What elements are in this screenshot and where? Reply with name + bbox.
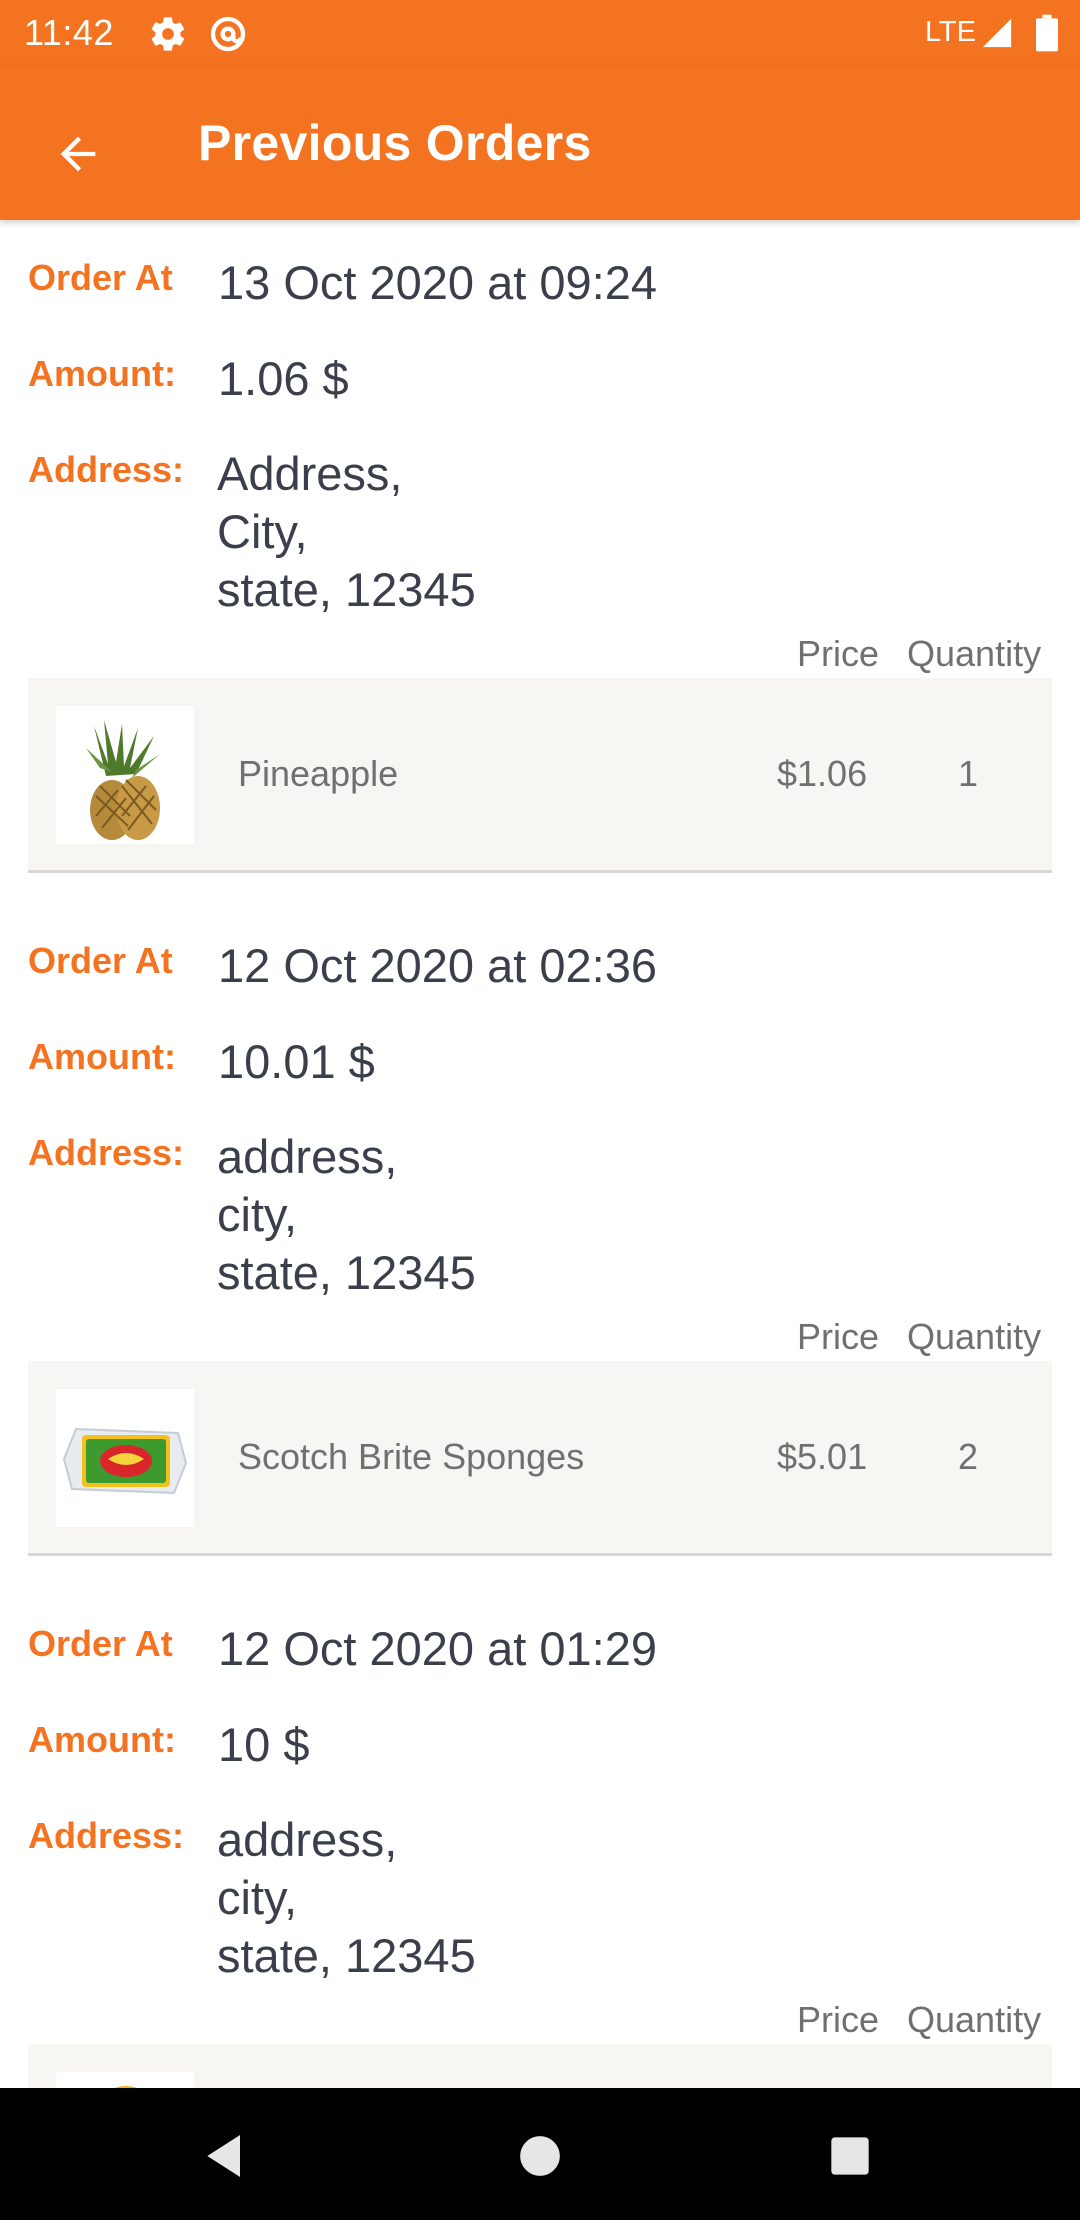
order-date: 12 Oct 2020 at 01:29: [218, 1622, 657, 1675]
back-button[interactable]: [40, 116, 116, 192]
order-at-label: Order At: [28, 1623, 173, 1664]
order-card: Order At 12 Oct 2020 at 02:36 Amount: 10…: [0, 903, 1080, 1586]
order-amount: 10 $: [218, 1718, 310, 1771]
fruit-image: [114, 2086, 138, 2088]
order-date: 13 Oct 2020 at 09:24: [218, 256, 657, 309]
order-card: Order At 13 Oct 2020 at 09:24 Amount: 1.…: [0, 220, 1080, 903]
order-date: 12 Oct 2020 at 02:36: [218, 939, 657, 992]
home-circle-icon[interactable]: [512, 2128, 568, 2184]
address-line: city,: [217, 1871, 298, 1924]
quantity-header: Quantity: [907, 1316, 1042, 1357]
order-address: address, city, state, 12345: [217, 1811, 476, 1985]
amount-label: Amount:: [28, 1036, 176, 1077]
order-address: Address, City, state, 12345: [217, 445, 476, 619]
network-type: LTE: [924, 16, 976, 48]
address-line: city,: [217, 1188, 298, 1241]
arrow-left-icon: [60, 136, 96, 172]
order-amount: 10.01 $: [218, 1035, 375, 1088]
at-sign-icon: [210, 16, 246, 52]
order-item[interactable]: Pineapple $1.06 1: [28, 678, 1052, 873]
product-image: [56, 2072, 194, 2088]
address-label: Address:: [28, 1132, 185, 1173]
product-name: Scotch Brite Sponges: [238, 1436, 585, 1477]
battery-icon: [1036, 14, 1058, 52]
order-amount: 1.06 $: [218, 352, 349, 405]
address-line: state, 12345: [217, 563, 476, 616]
quantity-header: Quantity: [907, 633, 1042, 674]
product-price: $5.01: [777, 1436, 868, 1477]
address-line: state, 12345: [217, 1246, 476, 1299]
page-title: Previous Orders: [198, 115, 592, 171]
order-item[interactable]: Scotch Brite Sponges $5.01 2: [28, 1361, 1052, 1556]
settings-icon: [151, 17, 185, 51]
product-image: [56, 1389, 194, 1527]
order-at-label: Order At: [28, 940, 173, 981]
product-price: $1.06: [777, 753, 868, 794]
orders-list[interactable]: Order At 13 Oct 2020 at 09:24 Amount: 1.…: [0, 220, 1080, 2088]
signal-icon: [982, 18, 1012, 48]
amount-label: Amount:: [28, 353, 176, 394]
sponges-image: [62, 1427, 188, 1495]
order-address: address, city, state, 12345: [217, 1128, 476, 1302]
address-label: Address:: [28, 449, 185, 490]
app-bar: Previous Orders: [0, 66, 1080, 220]
status-time: 11:42: [24, 12, 114, 53]
price-header: Price: [797, 633, 880, 674]
product-quantity: 1: [958, 753, 979, 794]
address-line: address,: [217, 1813, 398, 1866]
address-label: Address:: [28, 1815, 185, 1856]
address-line: address,: [217, 1130, 398, 1183]
order-card: Order At 12 Oct 2020 at 01:29 Amount: 10…: [0, 1586, 1080, 2088]
product-image: [56, 706, 194, 844]
price-header: Price: [797, 1999, 880, 2040]
address-line: City,: [217, 505, 308, 558]
system-nav-bar: [0, 2088, 1080, 2220]
back-triangle-icon[interactable]: [198, 2128, 254, 2184]
product-name: Pineapple: [238, 753, 399, 794]
amount-label: Amount:: [28, 1719, 176, 1760]
recents-square-icon[interactable]: [822, 2128, 878, 2184]
price-header: Price: [797, 1316, 880, 1357]
order-item[interactable]: [28, 2044, 1052, 2088]
address-line: state, 12345: [217, 1929, 476, 1982]
quantity-header: Quantity: [907, 1999, 1042, 2040]
pineapple-image: [86, 720, 160, 840]
order-at-label: Order At: [28, 257, 173, 298]
address-line: Address,: [217, 447, 403, 500]
product-quantity: 2: [958, 1436, 979, 1477]
status-bar: 11:42 LTE: [0, 0, 1080, 66]
